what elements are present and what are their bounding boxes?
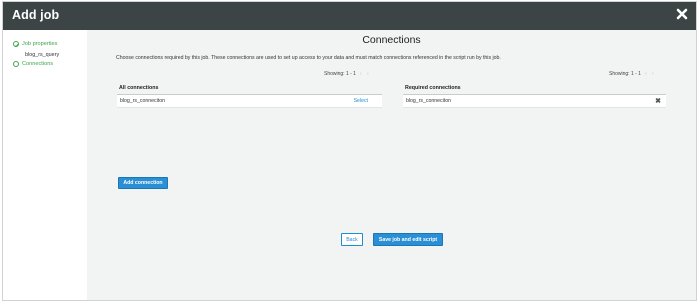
- required-connections-panel: Required connections blog_rs_conneciton …: [403, 85, 666, 108]
- connection-row: blog_rs_conneciton ✖: [403, 95, 666, 108]
- showing-count: Showing: 1 - 1: [609, 71, 641, 77]
- connection-row[interactable]: blog_rs_conneciton Select: [117, 95, 382, 108]
- all-connections-pagination: Showing: 1 - 1 ‹ ›: [324, 71, 371, 77]
- connection-name: blog_rs_conneciton: [406, 98, 451, 104]
- step-job-properties[interactable]: Job properties: [13, 41, 57, 47]
- wizard-sidebar: Job properties blog_rs_query Connections: [3, 30, 87, 300]
- add-job-dialog: Add job Job properties blog_rs_query Con…: [2, 1, 697, 301]
- save-job-button[interactable]: Save job and edit script: [373, 233, 443, 246]
- step-connections[interactable]: Connections: [13, 61, 53, 67]
- check-circle-icon: [13, 41, 19, 47]
- dialog-title: Add job: [12, 8, 60, 22]
- select-link[interactable]: Select: [354, 98, 368, 104]
- close-icon[interactable]: [675, 7, 689, 21]
- column-header: All connections: [117, 85, 382, 95]
- circle-icon: [13, 61, 19, 67]
- required-connections-pagination: Showing: 1 - 1 ‹ ›: [609, 71, 656, 77]
- step-label: Connections: [22, 61, 54, 67]
- page-title: Connections: [362, 34, 421, 46]
- showing-count: Showing: 1 - 1: [324, 71, 356, 77]
- connection-name: blog_rs_conneciton: [120, 98, 165, 104]
- step-label: Job properties: [22, 41, 58, 47]
- dialog-titlebar: Add job: [3, 2, 696, 30]
- pager-arrows-icon[interactable]: ‹ ›: [360, 71, 371, 77]
- column-header: Required connections: [403, 85, 666, 95]
- all-connections-panel: All connections blog_rs_conneciton Selec…: [117, 85, 382, 108]
- pager-arrows-icon[interactable]: ‹ ›: [645, 71, 656, 77]
- remove-icon[interactable]: ✖: [655, 97, 661, 105]
- step-sublabel: blog_rs_query: [25, 52, 60, 58]
- page-description: Choose connections required by this job.…: [116, 55, 501, 61]
- add-connection-button[interactable]: Add connection: [118, 177, 168, 189]
- main-content: Connections Choose connections required …: [87, 30, 696, 300]
- back-button[interactable]: Back: [341, 233, 363, 246]
